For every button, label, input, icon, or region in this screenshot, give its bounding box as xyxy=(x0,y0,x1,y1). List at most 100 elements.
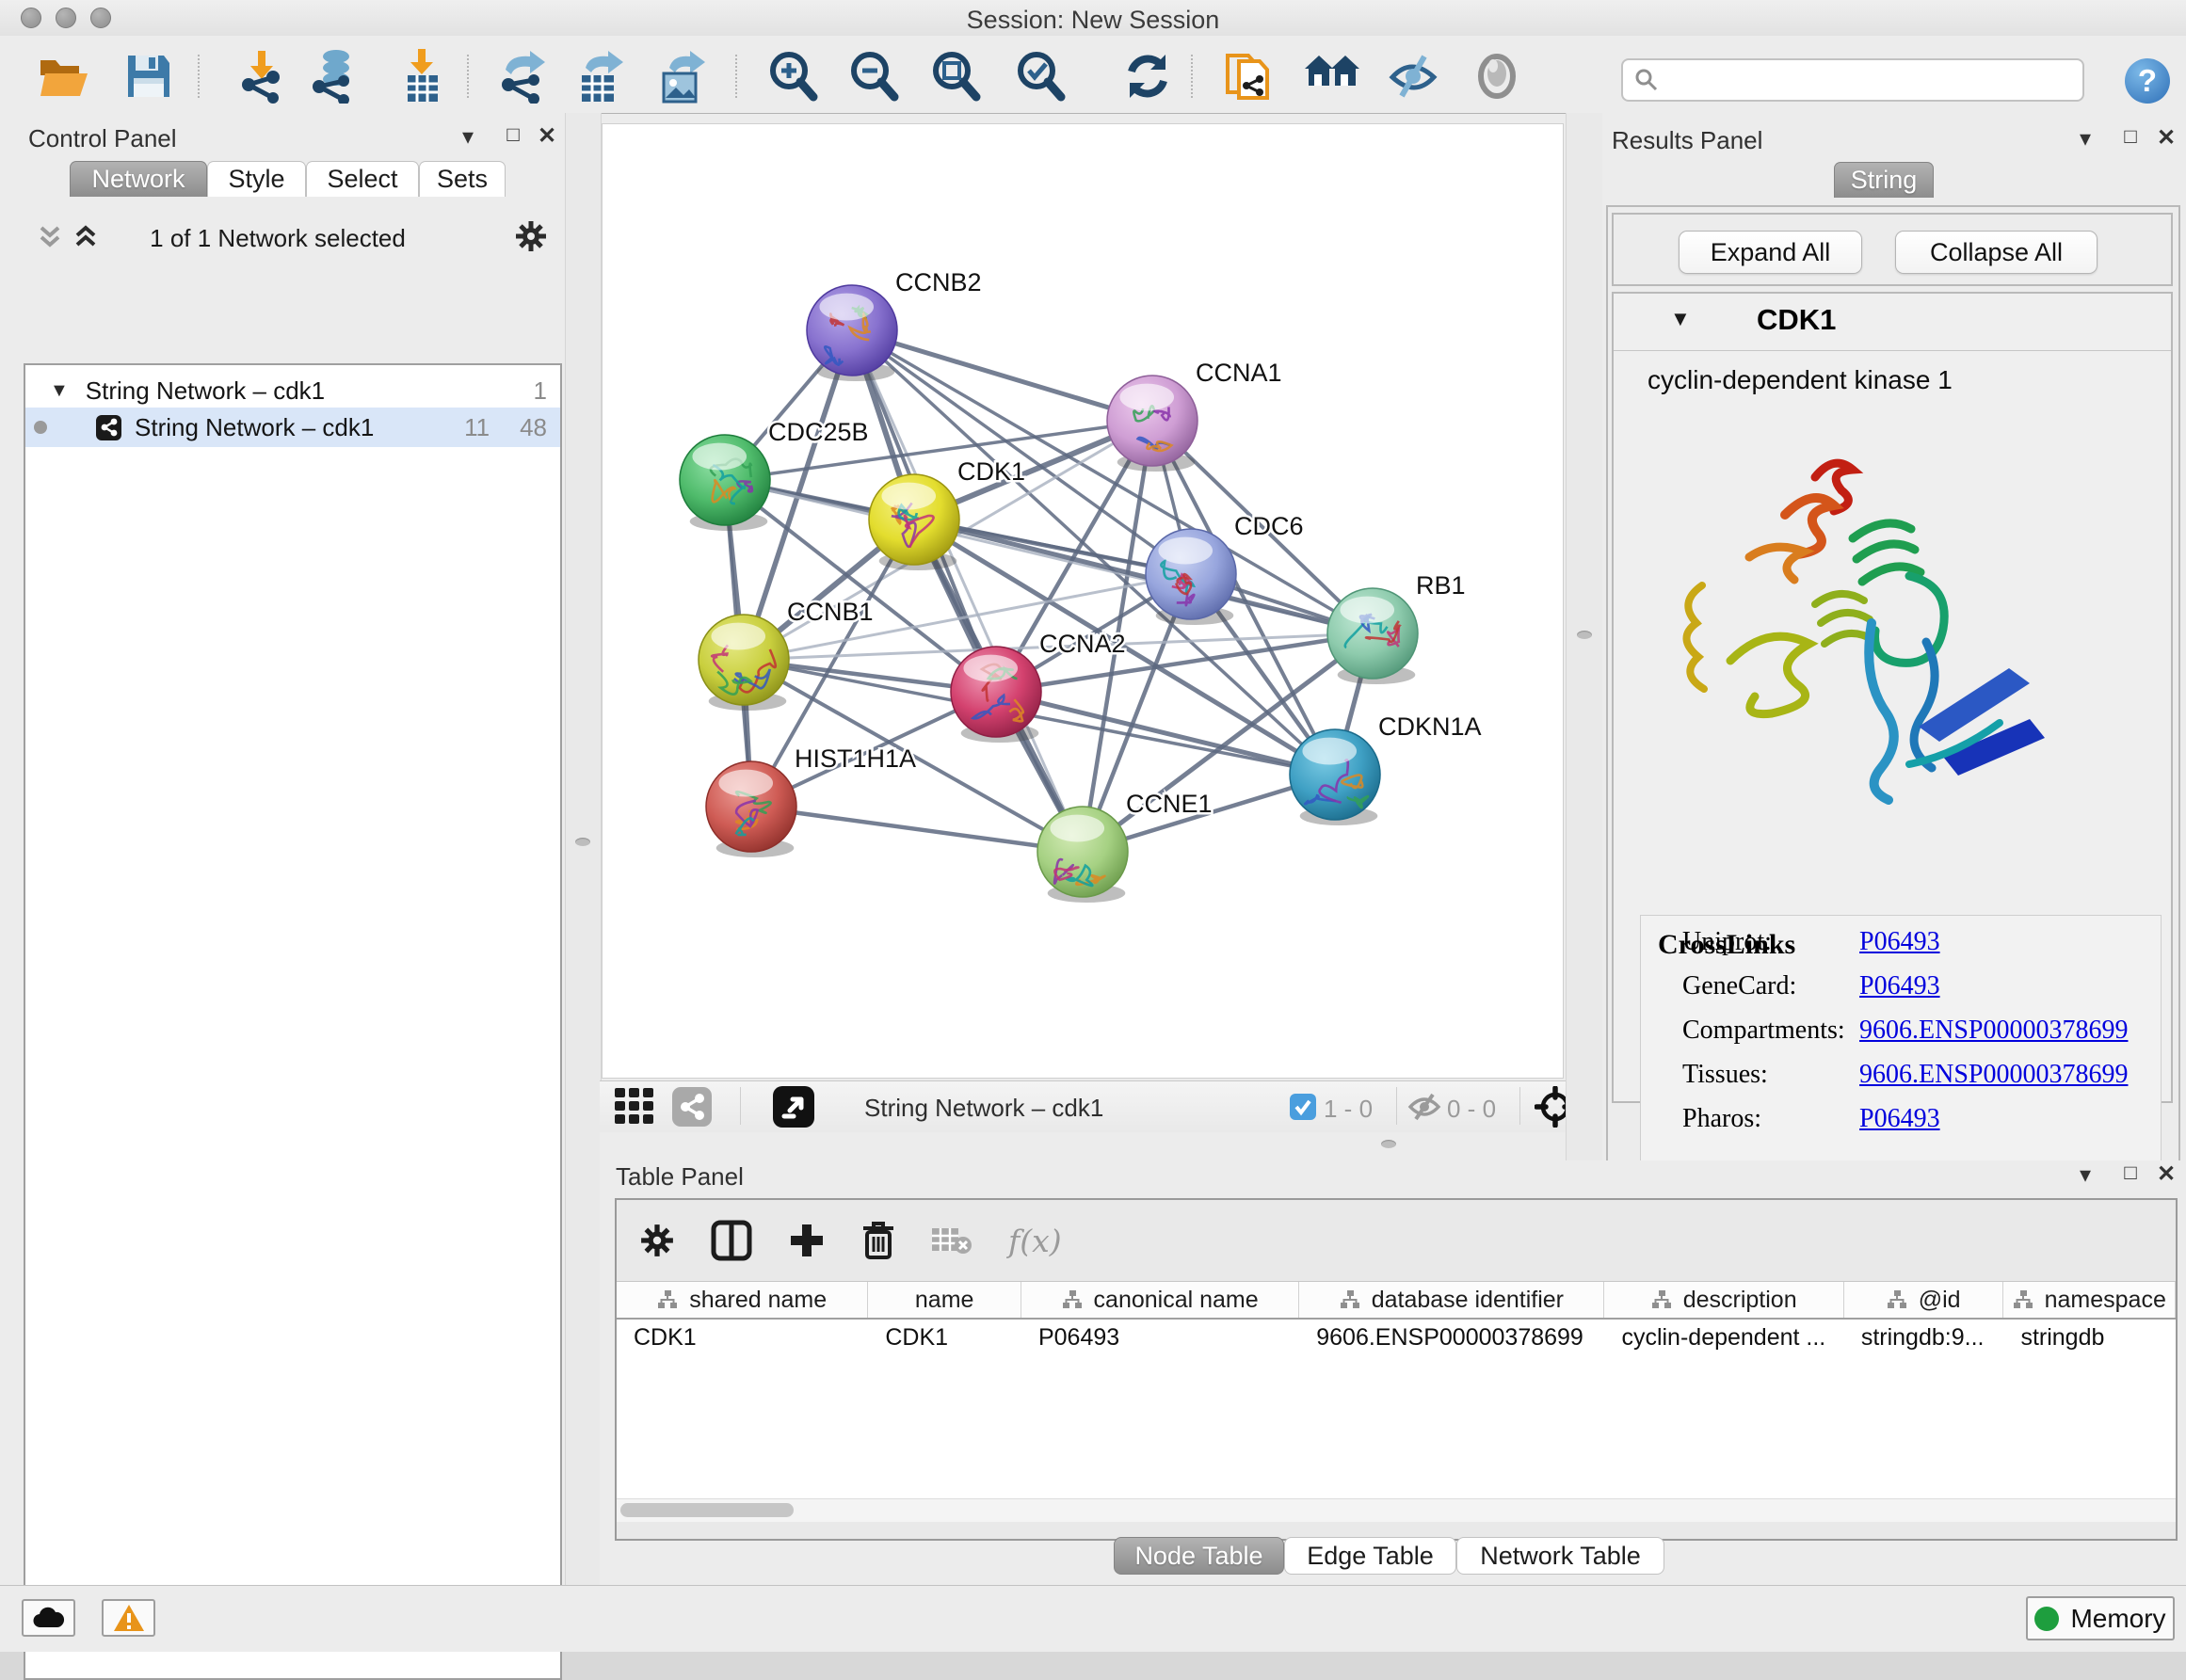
network-collection-row[interactable]: ▼ String Network – cdk1 1 xyxy=(25,374,560,408)
column-header-name[interactable]: name xyxy=(868,1282,1021,1318)
grid-view-icon[interactable] xyxy=(615,1088,656,1126)
table-cell[interactable]: cyclin-dependent ... xyxy=(1604,1320,1843,1353)
network-node-RB1[interactable] xyxy=(1327,588,1418,684)
network-node-CDK1[interactable] xyxy=(869,474,959,570)
network-node-CDC6[interactable] xyxy=(1146,529,1236,625)
network-node-CCNB1[interactable] xyxy=(699,615,789,711)
network-graph[interactable]: CCNB2CCNA1CDC25BCDK1CDC6RB1CCNB1CCNA2CDK… xyxy=(602,123,1564,1079)
tab-node-table[interactable]: Node Table xyxy=(1114,1537,1284,1575)
crosslink-link[interactable]: 9606.ENSP00000378699 xyxy=(1859,1060,2128,1090)
network-edge[interactable] xyxy=(852,330,1083,852)
gene-section-header[interactable]: ▼ CDK1 xyxy=(1614,294,2171,351)
column-header-@id[interactable]: @id xyxy=(1844,1282,2004,1318)
control-panel-maximize-icon[interactable]: □ xyxy=(499,122,527,147)
left-splitter[interactable] xyxy=(565,113,602,1585)
show-columns-icon[interactable] xyxy=(711,1220,752,1261)
table-horizontal-scrollbar[interactable] xyxy=(617,1498,2176,1522)
collection-expander-icon[interactable]: ▼ xyxy=(50,380,69,402)
table-panel-float-icon[interactable]: ▾ xyxy=(2071,1162,2099,1187)
import-network-database-icon[interactable] xyxy=(304,49,364,104)
table-panel-title: Table Panel xyxy=(616,1162,744,1192)
right-splitter-handle[interactable] xyxy=(1577,631,1592,639)
network-node-CCNE1[interactable] xyxy=(1037,807,1128,903)
tab-select[interactable]: Select xyxy=(306,161,419,197)
table-panel-maximize-icon[interactable]: □ xyxy=(2116,1160,2145,1185)
table-cell[interactable]: CDK1 xyxy=(617,1320,868,1353)
network-node-CCNA1[interactable] xyxy=(1107,376,1197,472)
control-panel-float-icon[interactable]: ▾ xyxy=(454,124,482,149)
column-header-shared-name[interactable]: shared name xyxy=(617,1282,868,1318)
horizontal-splitter[interactable] xyxy=(600,1132,1566,1160)
network-row[interactable]: String Network – cdk1 11 48 xyxy=(25,408,560,447)
delete-column-icon[interactable] xyxy=(861,1221,895,1260)
warning-status-button[interactable] xyxy=(102,1599,155,1637)
crosslink-link[interactable]: P06493 xyxy=(1859,1104,1940,1134)
network-edge[interactable] xyxy=(852,330,1152,421)
control-panel-close-icon[interactable]: ✕ xyxy=(533,123,561,148)
results-panel-float-icon[interactable]: ▾ xyxy=(2071,126,2099,151)
tab-edge-table[interactable]: Edge Table xyxy=(1284,1537,1456,1575)
global-search-input[interactable] xyxy=(1621,58,2084,102)
table-cell[interactable]: 9606.ENSP00000378699 xyxy=(1299,1320,1604,1353)
export-table-icon[interactable] xyxy=(571,49,631,104)
cloud-status-button[interactable] xyxy=(22,1599,75,1637)
home-pages-icon[interactable] xyxy=(1303,49,1363,104)
selected-checkbox-icon[interactable] xyxy=(1290,1094,1316,1120)
crosslink-link[interactable]: P06493 xyxy=(1859,971,1940,1001)
export-network-icon[interactable] xyxy=(492,49,553,104)
tab-style[interactable]: Style xyxy=(207,161,306,197)
refresh-view-icon[interactable] xyxy=(1117,49,1178,104)
network-share-icon[interactable] xyxy=(672,1087,712,1127)
collapse-all-button[interactable]: Collapse All xyxy=(1895,231,2098,274)
tab-network[interactable]: Network xyxy=(70,161,207,197)
left-splitter-handle[interactable] xyxy=(575,838,590,846)
table-cell[interactable]: stringdb:9... xyxy=(1844,1320,2004,1353)
open-session-icon[interactable] xyxy=(34,49,94,104)
network-edge[interactable] xyxy=(751,807,1083,852)
expand-all-button[interactable]: Expand All xyxy=(1679,231,1862,274)
results-panel-close-icon[interactable]: ✕ xyxy=(2152,125,2180,150)
network-node-HIST1H1A[interactable] xyxy=(706,761,796,857)
selected-count: 1 - 0 xyxy=(1324,1095,1373,1124)
table-row[interactable]: CDK1CDK1P064939606.ENSP00000378699cyclin… xyxy=(617,1320,2176,1353)
crosslink-link[interactable]: P06493 xyxy=(1859,927,1940,957)
network-node-CDKN1A[interactable] xyxy=(1290,729,1380,825)
crosslink-link[interactable]: 9606.ENSP00000378699 xyxy=(1859,1016,2128,1046)
help-button[interactable]: ? xyxy=(2125,58,2170,104)
column-header-description[interactable]: description xyxy=(1604,1282,1843,1318)
horizontal-splitter-handle[interactable] xyxy=(1381,1140,1396,1148)
gene-expander-icon[interactable]: ▼ xyxy=(1670,307,1691,331)
save-session-icon[interactable] xyxy=(119,49,179,104)
table-panel-close-icon[interactable]: ✕ xyxy=(2152,1161,2180,1186)
column-header-namespace[interactable]: namespace xyxy=(2003,1282,2176,1318)
clone-network-icon[interactable] xyxy=(1219,49,1279,104)
results-panel-maximize-icon[interactable]: □ xyxy=(2116,124,2145,149)
export-image-icon[interactable] xyxy=(652,49,713,104)
tab-network-table[interactable]: Network Table xyxy=(1456,1537,1664,1575)
zoom-in-icon[interactable] xyxy=(763,49,823,104)
table-settings-gear-icon[interactable] xyxy=(639,1223,675,1258)
add-column-icon[interactable] xyxy=(788,1222,826,1259)
network-edge[interactable] xyxy=(914,520,1373,633)
memory-button[interactable]: Memory xyxy=(2026,1596,2175,1640)
zoom-selected-icon[interactable] xyxy=(1010,49,1070,104)
tab-string[interactable]: String xyxy=(1834,162,1934,198)
hide-selected-eye-icon[interactable] xyxy=(1383,49,1443,104)
right-splitter[interactable] xyxy=(1566,113,1604,1160)
table-cell[interactable]: P06493 xyxy=(1021,1320,1299,1353)
import-table-file-icon[interactable] xyxy=(392,49,452,104)
table-cell[interactable]: stringdb xyxy=(2003,1320,2176,1353)
import-network-file-icon[interactable] xyxy=(232,49,292,104)
preview-sphere-icon[interactable] xyxy=(1467,49,1527,104)
birdseye-view-icon[interactable] xyxy=(773,1086,814,1128)
table-cell[interactable]: CDK1 xyxy=(868,1320,1021,1353)
network-options-gear-icon[interactable] xyxy=(514,219,548,253)
zoom-fit-icon[interactable] xyxy=(925,49,986,104)
zoom-out-icon[interactable] xyxy=(844,49,904,104)
network-node-CCNA2[interactable] xyxy=(951,647,1041,743)
column-header-canonical-name[interactable]: canonical name xyxy=(1021,1282,1299,1318)
network-node-CDC25B[interactable] xyxy=(680,435,770,531)
scrollbar-thumb[interactable] xyxy=(620,1503,794,1517)
tab-sets[interactable]: Sets xyxy=(419,161,506,197)
column-header-database-identifier[interactable]: database identifier xyxy=(1299,1282,1604,1318)
